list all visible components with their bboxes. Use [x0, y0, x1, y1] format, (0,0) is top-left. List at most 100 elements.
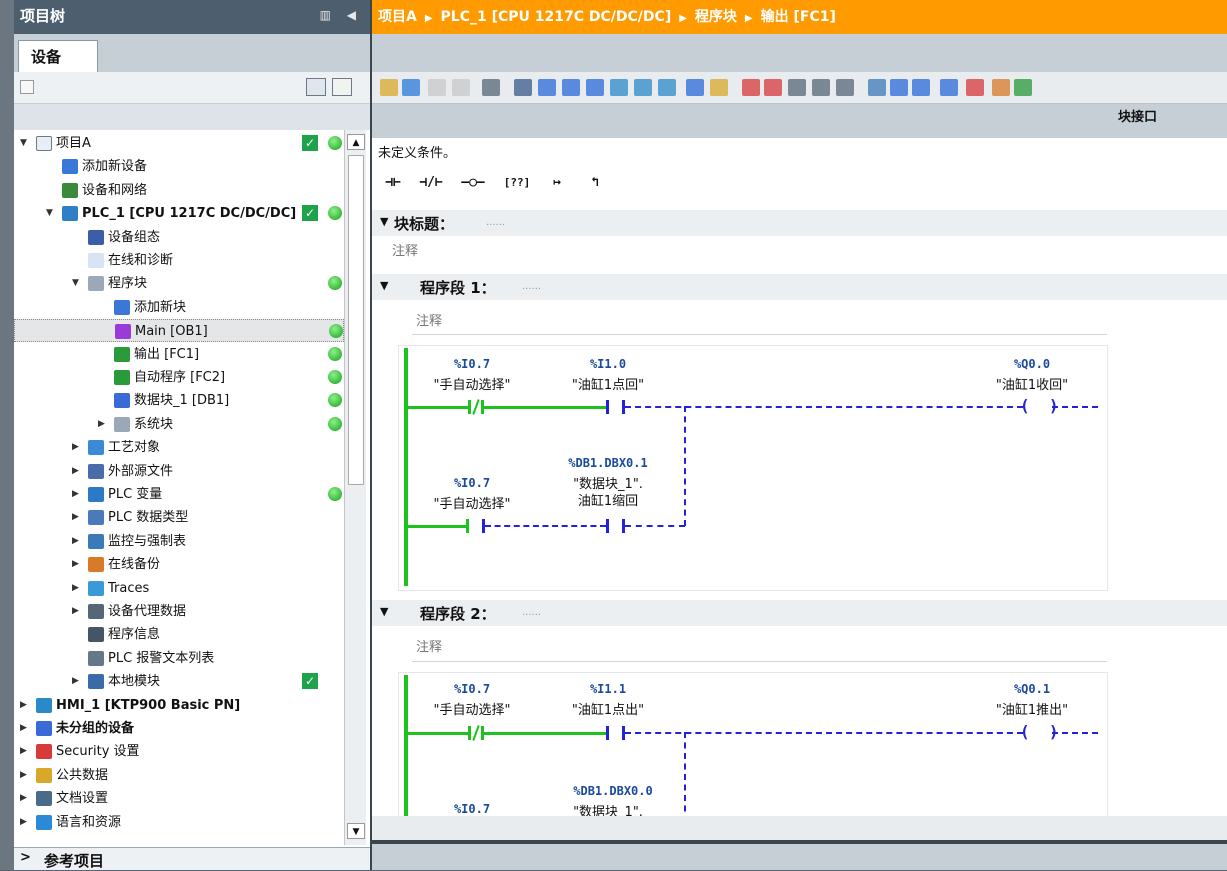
- expand-right-icon[interactable]: ▶: [72, 436, 82, 459]
- scroll-down-icon[interactable]: ▼: [347, 823, 365, 839]
- expand-right-icon[interactable]: ▶: [72, 460, 82, 483]
- tree-item[interactable]: ▶ 设备代理数据: [14, 600, 344, 623]
- operand-address[interactable]: %I0.7: [432, 802, 512, 816]
- expand-down-icon[interactable]: ▼: [20, 132, 30, 155]
- toolbar-button-icon[interactable]: [686, 79, 704, 96]
- contact-no-left[interactable]: [606, 400, 609, 414]
- tree-item[interactable]: ▼ 项目A ✓: [14, 132, 344, 155]
- toolbar-button-icon[interactable]: [658, 79, 676, 96]
- operand-name[interactable]: "油缸1点回": [558, 374, 658, 393]
- block-comment[interactable]: 注释: [392, 240, 418, 259]
- operand-name[interactable]: "手自动选择": [422, 493, 522, 512]
- breadcrumb-plc[interactable]: PLC_1 [CPU 1217C DC/DC/DC]: [441, 9, 672, 25]
- tree-item[interactable]: ▶ PLC 变量: [14, 483, 344, 506]
- collapse-arrow-icon[interactable]: ▼: [380, 279, 388, 292]
- empty-box-icon[interactable]: [??]: [502, 170, 532, 196]
- operand-name[interactable]: "手自动选择": [422, 374, 522, 393]
- contact-no-left[interactable]: [606, 726, 609, 740]
- tree-item[interactable]: ▶ 工艺对象: [14, 436, 344, 459]
- tree-item[interactable]: ▶ 外部源文件: [14, 460, 344, 483]
- expand-right-icon[interactable]: ▶: [20, 764, 30, 787]
- toolbar-button-icon[interactable]: [428, 79, 446, 96]
- contact-nc-left[interactable]: [468, 400, 471, 414]
- toolbar-button-icon[interactable]: [912, 79, 930, 96]
- toolbar-button-icon[interactable]: [742, 79, 760, 96]
- tree-item[interactable]: 输出 [FC1]: [14, 343, 344, 366]
- expand-right-icon[interactable]: ▶: [72, 530, 82, 553]
- operand-address[interactable]: %I0.7: [432, 476, 512, 490]
- panel-pin-icon[interactable]: ▥ ◀: [320, 8, 362, 22]
- tree-item[interactable]: ▶ 公共数据: [14, 764, 344, 787]
- toolbar-button-icon[interactable]: [940, 79, 958, 96]
- collapse-arrow-icon[interactable]: ▼: [380, 605, 388, 618]
- operand-address[interactable]: %I1.1: [568, 682, 648, 696]
- tree-item[interactable]: ▶ 文档设置: [14, 787, 344, 810]
- expand-right-icon[interactable]: ▶: [72, 577, 82, 600]
- nc-contact-icon[interactable]: ⊣/⊢: [416, 170, 446, 196]
- contact-no-left[interactable]: [466, 519, 469, 533]
- tree-item[interactable]: ▶ PLC 数据类型: [14, 506, 344, 529]
- contact-nc-left[interactable]: [468, 726, 471, 740]
- expand-right-icon[interactable]: ▶: [72, 600, 82, 623]
- expand-down-icon[interactable]: ▼: [46, 202, 56, 225]
- tree-item[interactable]: PLC 报警文本列表: [14, 647, 344, 670]
- tree-view-icon[interactable]: [20, 80, 34, 94]
- segment-1-header[interactable]: ▼ 程序段 1： ......: [372, 274, 1227, 300]
- overview-icon[interactable]: [306, 78, 326, 96]
- scroll-up-icon[interactable]: ▲: [347, 134, 365, 150]
- toolbar-button-icon[interactable]: [562, 79, 580, 96]
- breadcrumb-program-blocks[interactable]: 程序块: [695, 9, 737, 25]
- block-interface-label[interactable]: 块接口: [1118, 106, 1157, 125]
- open-branch-icon[interactable]: ↦: [542, 170, 572, 196]
- expand-right-icon[interactable]: ▶: [20, 694, 30, 717]
- operand-address[interactable]: %I0.7: [432, 357, 512, 371]
- toolbar-button-icon[interactable]: [868, 79, 886, 96]
- segment-2-comment[interactable]: 注释: [416, 636, 442, 655]
- expand-right-icon[interactable]: ▶: [98, 413, 108, 436]
- operand-address[interactable]: %I0.7: [432, 682, 512, 696]
- toolbar-button-icon[interactable]: [764, 79, 782, 96]
- block-title-bar[interactable]: ▼ 块标题： ......: [372, 210, 1227, 236]
- tree-item[interactable]: 添加新块: [14, 296, 344, 319]
- tree-item[interactable]: 设备组态: [14, 226, 344, 249]
- toolbar-button-icon[interactable]: [634, 79, 652, 96]
- scroll-thumb[interactable]: [348, 155, 364, 485]
- operand-address[interactable]: %DB1.DBX0.0: [558, 784, 668, 798]
- toolbar-button-icon[interactable]: [966, 79, 984, 96]
- tree-item[interactable]: ▶ Traces: [14, 577, 344, 600]
- tree-item[interactable]: 程序信息: [14, 623, 344, 646]
- coil-address[interactable]: %Q0.1: [992, 682, 1072, 696]
- tab-devices[interactable]: 设备: [18, 40, 98, 72]
- toolbar-button-icon[interactable]: [514, 79, 532, 96]
- tree-item[interactable]: ▶ 监控与强制表: [14, 530, 344, 553]
- expand-right-icon[interactable]: ▶: [20, 811, 30, 834]
- reference-projects-bar[interactable]: > 参考项目: [14, 847, 370, 870]
- toolbar-button-icon[interactable]: [610, 79, 628, 96]
- toolbar-button-icon[interactable]: [482, 79, 500, 96]
- tree-item[interactable]: ▶ 系统块: [14, 413, 344, 436]
- tree-item[interactable]: ▼ 程序块: [14, 272, 344, 295]
- segment-1-comment[interactable]: 注释: [416, 310, 442, 329]
- expand-right-icon[interactable]: ▶: [72, 553, 82, 576]
- expand-right-icon[interactable]: ▶: [72, 506, 82, 529]
- tree-item[interactable]: ▶ HMI_1 [KTP900 Basic PN]: [14, 694, 344, 717]
- operand-name[interactable]: "手自动选择": [422, 699, 522, 718]
- breadcrumb-project[interactable]: 项目A: [378, 9, 417, 25]
- coil-name[interactable]: "油缸1推出": [982, 699, 1082, 718]
- operand-name[interactable]: 油缸1缩回: [558, 490, 658, 509]
- contact-no-left[interactable]: [606, 519, 609, 533]
- expand-down-icon[interactable]: ▼: [72, 272, 82, 295]
- tree-item[interactable]: 添加新设备: [14, 155, 344, 178]
- toolbar-button-icon[interactable]: [380, 79, 398, 96]
- refresh-icon[interactable]: [332, 78, 352, 96]
- toolbar-button-icon[interactable]: [402, 79, 420, 96]
- collapse-arrow-icon[interactable]: ▼: [380, 215, 388, 228]
- expand-right-icon[interactable]: ▶: [72, 670, 82, 693]
- toolbar-button-icon[interactable]: [452, 79, 470, 96]
- tree-item[interactable]: 在线和诊断: [14, 249, 344, 272]
- toolbar-button-icon[interactable]: [890, 79, 908, 96]
- tree-item[interactable]: Main [OB1]: [14, 319, 344, 343]
- expand-right-icon[interactable]: ▶: [20, 740, 30, 763]
- operand-address[interactable]: %I1.0: [568, 357, 648, 371]
- tree-item[interactable]: ▶ 语言和资源: [14, 811, 344, 834]
